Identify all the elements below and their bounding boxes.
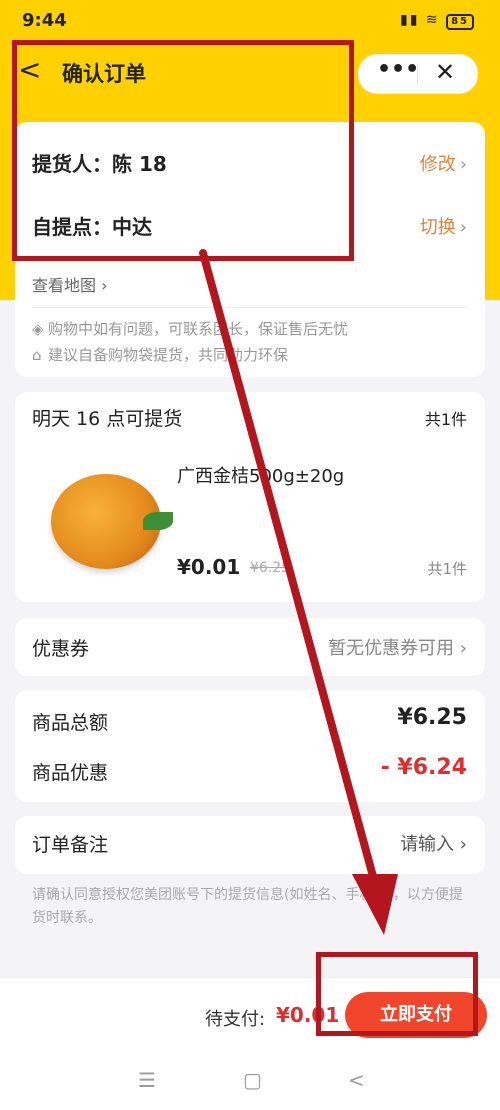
annotation-arrow <box>199 249 398 935</box>
annotation-arrow-head <box>352 874 398 935</box>
annotation-arrow-line <box>199 249 378 884</box>
